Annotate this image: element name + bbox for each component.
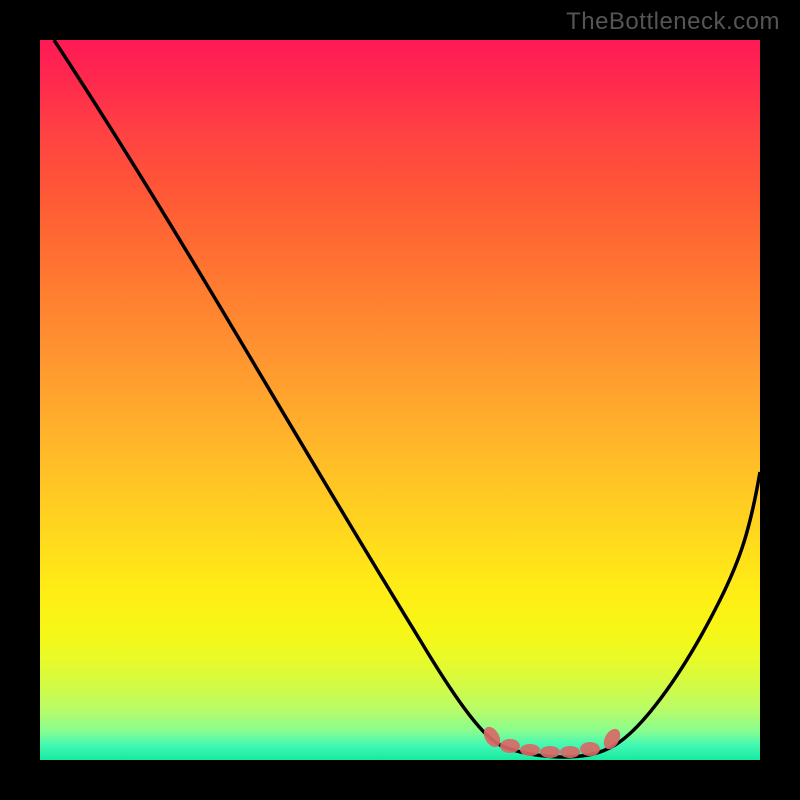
chart-container: TheBottleneck.com xyxy=(0,0,800,800)
plot-area xyxy=(40,40,760,760)
curve-path xyxy=(54,40,760,757)
watermark-label: TheBottleneck.com xyxy=(566,8,780,36)
curve-svg xyxy=(40,40,760,760)
